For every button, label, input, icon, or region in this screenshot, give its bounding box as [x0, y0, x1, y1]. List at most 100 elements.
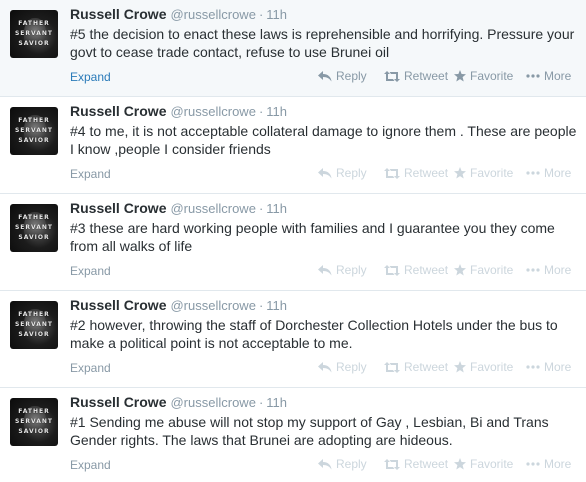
separator: · [258, 7, 264, 22]
reply-button[interactable]: Reply [318, 457, 384, 471]
reply-icon [318, 458, 332, 469]
reply-icon [318, 70, 332, 81]
star-icon [454, 167, 466, 179]
expand-link[interactable]: Expand [70, 167, 111, 181]
tweet[interactable]: FATHER SERVANT SAVIOR Russell Crowe @russ… [0, 194, 586, 291]
timestamp[interactable]: 11h [266, 104, 287, 119]
separator: · [258, 201, 264, 216]
retweet-icon [384, 458, 400, 470]
tweet-text: #1 Sending me abuse will not stop my sup… [70, 414, 549, 448]
retweet-icon [384, 70, 400, 82]
more-button[interactable]: More [526, 263, 571, 277]
favorite-label: Favorite [470, 263, 514, 277]
avatar-word: SERVANT [14, 30, 54, 37]
avatar-word: FATHER [18, 117, 50, 124]
more-button[interactable]: More [526, 166, 571, 180]
reply-button[interactable]: Reply [318, 166, 384, 180]
retweet-button[interactable]: Retweet [384, 166, 454, 180]
more-dots-icon [526, 268, 540, 272]
more-label: More [544, 166, 572, 180]
retweet-button[interactable]: Retweet [384, 360, 454, 374]
retweet-icon [384, 361, 400, 373]
favorite-label: Favorite [470, 360, 514, 374]
reply-button[interactable]: Reply [318, 263, 384, 277]
more-dots-icon [526, 365, 540, 369]
tweet-text: #4 to me, it is not acceptable collatera… [70, 123, 577, 157]
favorite-button[interactable]: Favorite [454, 457, 526, 471]
tweet-text: #2 however, throwing the staff of Dorche… [70, 317, 558, 351]
tweet-actions: Reply Retweet Favorite More [318, 69, 571, 83]
user-handle[interactable]: @russellcrowe [170, 395, 255, 410]
user-name[interactable]: Russell Crowe [70, 103, 166, 119]
reply-label: Reply [336, 263, 367, 277]
timestamp[interactable]: 11h [266, 298, 287, 313]
more-dots-icon [526, 462, 540, 466]
tweet-text: #3 these are hard working people with fa… [70, 220, 555, 254]
user-handle[interactable]: @russellcrowe [170, 7, 255, 22]
timestamp[interactable]: 11h [266, 395, 287, 410]
retweet-label: Retweet [404, 263, 449, 277]
retweet-button[interactable]: Retweet [384, 263, 454, 277]
avatar[interactable]: FATHER SERVANT SAVIOR [10, 301, 58, 349]
more-button[interactable]: More [526, 457, 571, 471]
tweet-feed: FATHER SERVANT SAVIOR Russell Crowe @russ… [0, 0, 586, 482]
expand-link[interactable]: Expand [70, 458, 111, 472]
retweet-label: Retweet [404, 457, 449, 471]
reply-button[interactable]: Reply [318, 69, 384, 83]
user-name[interactable]: Russell Crowe [70, 200, 166, 216]
star-icon [454, 361, 466, 373]
tweet-header: Russell Crowe @russellcrowe · 11h [70, 200, 287, 216]
tweet-header: Russell Crowe @russellcrowe · 11h [70, 103, 287, 119]
reply-label: Reply [336, 69, 367, 83]
avatar-word: SAVIOR [18, 40, 50, 47]
separator: · [258, 104, 264, 119]
tweet[interactable]: FATHER SERVANT SAVIOR Russell Crowe @russ… [0, 291, 586, 388]
more-label: More [544, 69, 572, 83]
favorite-button[interactable]: Favorite [454, 360, 526, 374]
favorite-label: Favorite [470, 166, 514, 180]
avatar[interactable]: FATHER SERVANT SAVIOR [10, 204, 58, 252]
more-label: More [544, 263, 572, 277]
user-handle[interactable]: @russellcrowe [170, 201, 255, 216]
user-name[interactable]: Russell Crowe [70, 297, 166, 313]
star-icon [454, 70, 466, 82]
expand-link[interactable]: Expand [70, 70, 111, 84]
reply-button[interactable]: Reply [318, 360, 384, 374]
separator: · [258, 298, 264, 313]
more-button[interactable]: More [526, 69, 571, 83]
avatar-word: SAVIOR [18, 428, 50, 435]
tweet[interactable]: FATHER SERVANT SAVIOR Russell Crowe @russ… [0, 388, 586, 482]
user-name[interactable]: Russell Crowe [70, 6, 166, 22]
avatar[interactable]: FATHER SERVANT SAVIOR [10, 107, 58, 155]
tweet-actions: Reply Retweet Favorite More [318, 457, 571, 471]
separator: · [258, 395, 264, 410]
retweet-button[interactable]: Retweet [384, 69, 454, 83]
star-icon [454, 458, 466, 470]
avatar-word: SERVANT [14, 127, 54, 134]
avatar[interactable]: FATHER SERVANT SAVIOR [10, 398, 58, 446]
more-label: More [544, 457, 572, 471]
avatar-word: SAVIOR [18, 137, 50, 144]
tweet-actions: Reply Retweet Favorite More [318, 360, 571, 374]
expand-link[interactable]: Expand [70, 264, 111, 278]
more-button[interactable]: More [526, 360, 571, 374]
avatar[interactable]: FATHER SERVANT SAVIOR [10, 10, 58, 58]
avatar-word: SERVANT [14, 224, 54, 231]
user-handle[interactable]: @russellcrowe [170, 298, 255, 313]
favorite-label: Favorite [470, 69, 514, 83]
favorite-button[interactable]: Favorite [454, 263, 526, 277]
timestamp[interactable]: 11h [266, 201, 287, 216]
favorite-button[interactable]: Favorite [454, 69, 526, 83]
avatar-word: FATHER [18, 311, 50, 318]
tweet[interactable]: FATHER SERVANT SAVIOR Russell Crowe @russ… [0, 97, 586, 194]
tweet[interactable]: FATHER SERVANT SAVIOR Russell Crowe @russ… [0, 0, 586, 97]
avatar-word: SERVANT [14, 418, 54, 425]
reply-icon [318, 361, 332, 372]
user-name[interactable]: Russell Crowe [70, 394, 166, 410]
user-handle[interactable]: @russellcrowe [170, 104, 255, 119]
favorite-button[interactable]: Favorite [454, 166, 526, 180]
avatar-word: SERVANT [14, 321, 54, 328]
timestamp[interactable]: 11h [266, 7, 287, 22]
retweet-button[interactable]: Retweet [384, 457, 454, 471]
expand-link[interactable]: Expand [70, 361, 111, 375]
